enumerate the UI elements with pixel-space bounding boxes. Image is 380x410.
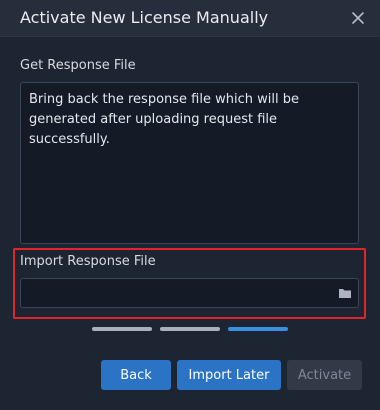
step-progress-indicator	[92, 327, 292, 331]
close-button[interactable]	[348, 8, 368, 28]
browse-file-button[interactable]	[336, 284, 354, 302]
import-later-button[interactable]: Import Later	[177, 360, 281, 390]
response-section-label: Get Response File	[20, 58, 136, 73]
step-indicator-2	[160, 327, 220, 331]
dialog-title: Activate New License Manually	[20, 8, 269, 27]
folder-icon	[339, 289, 351, 298]
activate-button: Activate	[287, 360, 362, 390]
step-indicator-1	[92, 327, 152, 331]
import-section-label: Import Response File	[20, 254, 156, 269]
close-icon	[352, 12, 364, 24]
response-instructions-box: Bring back the response file which will …	[20, 82, 359, 244]
import-file-path-input[interactable]	[20, 278, 359, 308]
back-button[interactable]: Back	[101, 360, 171, 390]
title-divider	[0, 36, 380, 37]
step-indicator-3	[228, 327, 288, 331]
